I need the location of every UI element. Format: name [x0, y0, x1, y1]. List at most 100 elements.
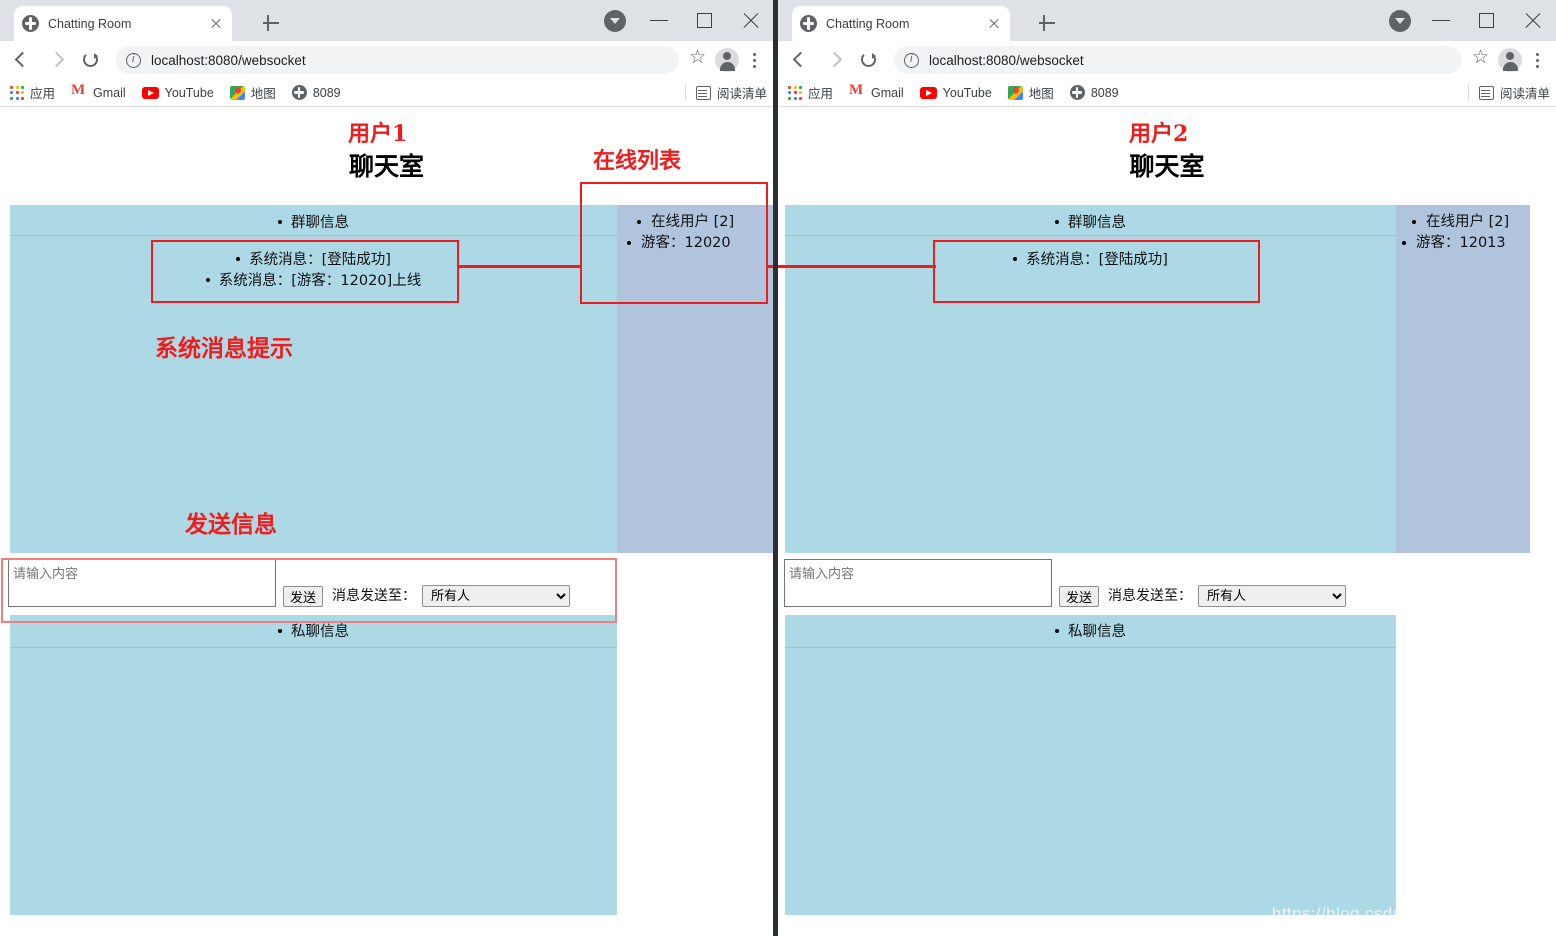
online-users-list-right: 在线用户 [2] 游客：12013	[1396, 205, 1530, 254]
window-close-button[interactable]	[1510, 0, 1556, 41]
private-chat-panel-left: 私聊信息	[10, 615, 617, 915]
online-user-name: 游客：12013	[1416, 235, 1506, 251]
address-bar[interactable]: localhost:8080/websocket	[894, 46, 1462, 74]
bullet-icon	[1412, 220, 1416, 224]
window-minimize-button[interactable]	[1418, 0, 1464, 41]
annotation-connector-left	[459, 265, 581, 268]
bookmark-label: 8089	[312, 85, 341, 100]
panel-divider	[785, 235, 1396, 236]
private-chat-header-text: 私聊信息	[1068, 624, 1126, 640]
window-minimize-button[interactable]	[636, 0, 682, 41]
bookmark-youtube[interactable]: YouTube	[919, 85, 992, 100]
reading-list-label: 阅读清单	[716, 87, 767, 101]
bullet-icon	[278, 219, 282, 224]
reading-list-button[interactable]: 阅读清单	[1467, 83, 1550, 102]
bookmark-maps[interactable]: 地图	[1007, 83, 1054, 102]
window-maximize-button[interactable]	[682, 0, 728, 41]
send-to-label-right: 消息发送至：	[1108, 588, 1193, 604]
annotation-label-online-list: 在线列表	[593, 148, 682, 174]
google-maps-icon	[229, 85, 245, 100]
private-chat-header-text: 私聊信息	[291, 624, 349, 640]
window-close-button[interactable]	[728, 0, 773, 41]
send-to-select-right[interactable]: 所有人	[1198, 585, 1347, 607]
bookmark-gmail[interactable]: Gmail	[849, 82, 904, 100]
private-chat-header: 私聊信息	[785, 615, 1396, 641]
bookmarks-bar-left: 应用 Gmail YouTube 地图 8089 阅读清单	[0, 79, 773, 107]
reading-list-label: 阅读清单	[1499, 87, 1550, 101]
new-tab-button[interactable]	[1036, 12, 1058, 34]
tab-favicon-globe-icon	[22, 15, 39, 32]
bookmark-youtube[interactable]: YouTube	[141, 85, 214, 100]
bookmark-label: 应用	[808, 87, 834, 101]
reading-list-icon	[1478, 85, 1494, 100]
apps-grid-icon	[10, 85, 24, 100]
profile-avatar-icon[interactable]	[1498, 48, 1522, 72]
annotation-box-system-messages-left	[151, 240, 459, 303]
annotation-box-compose-left	[1, 558, 617, 623]
bookmark-star-icon[interactable]	[1468, 46, 1494, 73]
watermark: https://blog.csdn.net/qq_47719491	[1271, 904, 1546, 923]
window-maximize-button[interactable]	[1464, 0, 1510, 41]
screenshot-root: Chatting Room localhost:8080/websocket	[0, 0, 1556, 936]
bookmark-label: Gmail	[93, 85, 126, 100]
reading-list-button[interactable]: 阅读清单	[684, 83, 767, 102]
bookmark-apps[interactable]: 应用	[10, 83, 55, 102]
bookmarks-bar-right: 应用 Gmail YouTube 地图 8089 阅读清单	[778, 79, 1556, 107]
profile-avatar-icon[interactable]	[715, 48, 739, 72]
bookmark-apps[interactable]: 应用	[788, 83, 833, 102]
browser-tab-left[interactable]: Chatting Room	[14, 6, 232, 41]
bookmark-8089[interactable]: 8089	[1069, 85, 1119, 100]
send-button-right[interactable]: 发送	[1059, 586, 1100, 607]
browser-tab-right[interactable]: Chatting Room	[792, 6, 1010, 41]
tab-favicon-globe-icon	[800, 15, 817, 32]
bookmark-star-icon[interactable]	[685, 46, 711, 73]
chrome-menu-icon[interactable]	[1526, 47, 1548, 73]
bookmark-gmail[interactable]: Gmail	[71, 82, 126, 100]
toolbar-right: localhost:8080/websocket	[778, 41, 1556, 79]
new-tab-button[interactable]	[260, 12, 282, 34]
apps-grid-icon	[788, 85, 802, 100]
annotation-label-user2: 用户2	[1129, 121, 1189, 147]
address-bar-url: localhost:8080/websocket	[929, 52, 1084, 68]
back-button[interactable]	[8, 45, 38, 75]
reload-button[interactable]	[76, 45, 106, 75]
tab-title: Chatting Room	[826, 16, 910, 31]
google-maps-icon	[1007, 85, 1023, 100]
message-input-right[interactable]	[784, 559, 1052, 607]
annotation-label-system-message-hint: 系统消息提示	[155, 335, 293, 362]
bookmark-label: YouTube	[164, 85, 214, 100]
reload-button[interactable]	[854, 45, 884, 75]
bookmarks-divider	[1467, 84, 1469, 101]
profile-chip-icon[interactable]	[604, 10, 626, 32]
bullet-icon	[1402, 241, 1406, 245]
chrome-menu-icon[interactable]	[743, 47, 765, 73]
annotation-label-user1: 用户1	[348, 121, 408, 147]
bullet-icon	[1055, 219, 1059, 224]
tab-close-icon[interactable]	[208, 16, 224, 32]
bookmark-8089[interactable]: 8089	[291, 85, 341, 100]
tab-close-icon[interactable]	[986, 16, 1002, 32]
site-info-icon[interactable]	[126, 52, 141, 68]
tab-title: Chatting Room	[48, 16, 132, 31]
bookmark-label: Gmail	[871, 85, 904, 100]
annotation-label-send-message: 发送信息	[185, 511, 277, 538]
reading-list-icon	[695, 85, 711, 100]
back-button[interactable]	[786, 45, 816, 75]
address-bar-url: localhost:8080/websocket	[151, 52, 306, 68]
profile-chip-icon[interactable]	[1389, 10, 1411, 32]
forward-button[interactable]	[42, 45, 72, 75]
address-bar[interactable]: localhost:8080/websocket	[116, 46, 679, 74]
group-chat-header-text: 群聊信息	[291, 215, 349, 231]
bookmarks-divider	[684, 84, 686, 101]
annotation-box-online-list-left	[580, 182, 768, 304]
site-info-icon[interactable]	[904, 52, 919, 68]
online-users-count-row: 在线用户 [2]	[1396, 212, 1530, 233]
online-user-row[interactable]: 游客：12013	[1396, 233, 1530, 254]
bookmark-maps[interactable]: 地图	[229, 83, 276, 102]
group-chat-header: 群聊信息	[10, 205, 617, 232]
bullet-icon	[278, 628, 282, 633]
tabstrip-left: Chatting Room	[0, 0, 773, 41]
bookmark-label: YouTube	[942, 85, 992, 100]
forward-button[interactable]	[820, 45, 850, 75]
group-chat-header-text: 群聊信息	[1068, 215, 1126, 231]
